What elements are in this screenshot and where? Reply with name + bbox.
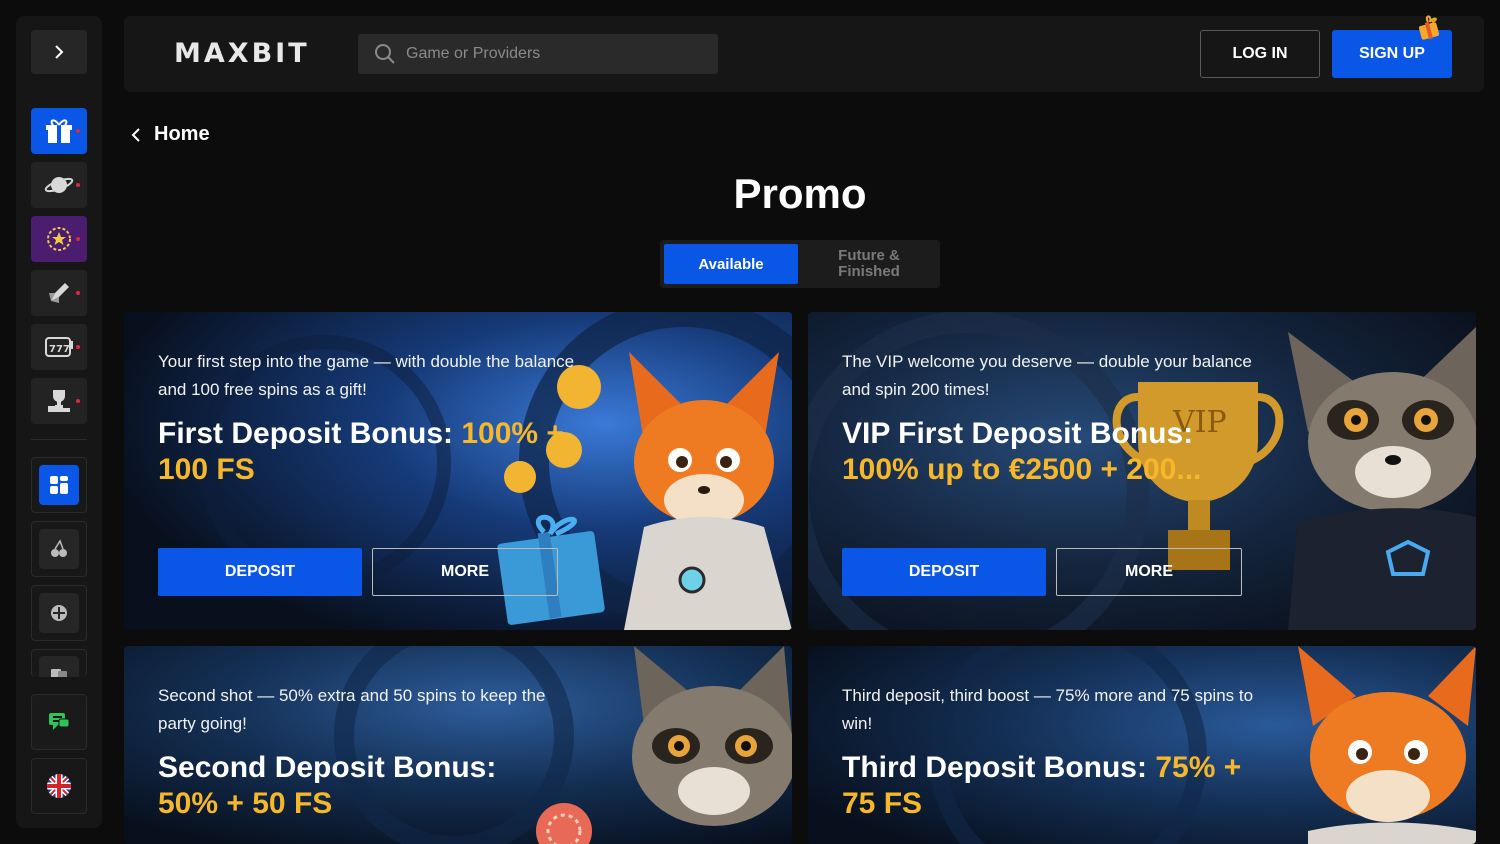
sidebar-divider — [31, 439, 87, 440]
promo-heading-highlight: 100% up to €2500 + 200... — [842, 453, 1202, 486]
sidebar-item-crash[interactable] — [31, 270, 87, 316]
star-icon — [47, 227, 71, 251]
trophy-icon — [48, 390, 70, 412]
cards-icon — [51, 669, 67, 677]
promo-heading-highlight: 50% + 50 FS — [158, 787, 333, 820]
more-button[interactable]: MORE — [372, 548, 558, 596]
sidebar-item-slots[interactable]: 777 — [31, 324, 87, 370]
slot-777-icon: 777 — [45, 337, 73, 357]
deposit-button[interactable]: DEPOSIT — [158, 548, 362, 596]
promo-card-second-deposit: Second shot — 50% extra and 50 spins to … — [124, 646, 792, 844]
cherry-icon — [51, 539, 67, 557]
site-logo[interactable]: MAXBIT — [174, 38, 310, 69]
sidebar: 777 — [16, 16, 102, 828]
ball-icon — [51, 605, 67, 621]
promo-description: Third deposit, third boost — 75% more an… — [842, 686, 1254, 733]
sidebar-item-all-games[interactable] — [31, 457, 87, 513]
live-chat-button[interactable] — [31, 694, 87, 750]
deposit-button[interactable]: DEPOSIT — [842, 548, 1046, 596]
promo-heading-main: VIP First Deposit Bonus: — [842, 417, 1194, 450]
sidebar-item-vip[interactable] — [31, 216, 87, 262]
promo-description: Your first step into the game — with dou… — [158, 352, 575, 399]
promo-description: Second shot — 50% extra and 50 spins to … — [158, 686, 546, 733]
promo-card-first-deposit: Your first step into the game — with dou… — [124, 312, 792, 630]
promo-heading: First Deposit Bonus: 100% + 100 FS — [158, 416, 578, 488]
chat-icon — [49, 713, 70, 730]
breadcrumb-home[interactable]: Home — [154, 123, 210, 146]
promo-tabs: Available Future & Finished — [660, 240, 940, 288]
grid-icon — [50, 476, 68, 494]
page-title: Promo — [733, 170, 867, 217]
language-selector[interactable] — [31, 758, 87, 814]
gift-decoration-icon — [1418, 15, 1440, 40]
gift-icon — [46, 119, 72, 143]
expand-sidebar-button[interactable] — [31, 30, 87, 74]
promo-heading-main: First Deposit Bonus: — [158, 417, 462, 450]
promo-heading-main: Third Deposit Bonus: — [842, 751, 1156, 784]
more-button[interactable]: MORE — [1056, 548, 1242, 596]
sidebar-item-tournaments[interactable] — [31, 378, 87, 424]
sidebar-item-table-games[interactable] — [31, 649, 87, 677]
promo-card-vip-first-deposit: VIP The VIP welcome you deserve — double… — [808, 312, 1476, 630]
sidebar-item-slots-category[interactable] — [31, 521, 87, 577]
chevron-left-icon — [131, 127, 140, 142]
chevron-right-icon — [55, 45, 64, 59]
sidebar-item-promo[interactable] — [31, 108, 87, 154]
login-button[interactable]: LOG IN — [1200, 30, 1320, 78]
promo-heading-main: Second Deposit Bonus: — [158, 751, 497, 784]
promo-heading: VIP First Deposit Bonus: 100% up to €250… — [842, 416, 1242, 488]
promo-heading: Third Deposit Bonus: 75% + 75 FS — [842, 750, 1262, 822]
promo-heading: Second Deposit Bonus: 50% + 50 FS — [158, 750, 538, 822]
tab-future-finished[interactable]: Future & Finished — [806, 246, 932, 282]
breadcrumb[interactable]: Home — [130, 123, 210, 146]
uk-flag-icon — [47, 774, 71, 798]
svg-text:777: 777 — [49, 344, 70, 355]
promo-description: The VIP welcome you deserve — double you… — [842, 352, 1252, 399]
sidebar-item-sports[interactable] — [31, 585, 87, 641]
search-input[interactable]: Game or Providers — [358, 34, 718, 74]
search-placeholder: Game or Providers — [406, 45, 541, 62]
promo-card-third-deposit: Third deposit, third boost — 75% more an… — [808, 646, 1476, 844]
rocket-icon — [49, 283, 69, 303]
search-icon — [375, 44, 395, 64]
tab-available[interactable]: Available — [664, 244, 798, 284]
top-header: MAXBIT Game or Providers LOG IN SIGN UP — [124, 15, 1484, 92]
